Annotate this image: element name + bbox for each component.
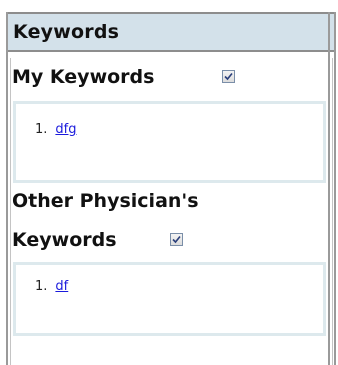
frame-border-left-inner (10, 58, 11, 365)
my-keywords-checkbox[interactable] (222, 70, 235, 83)
my-keywords-title: My Keywords (12, 66, 155, 88)
checkbox-checked-icon (172, 235, 181, 244)
other-keywords-checkbox[interactable] (170, 233, 183, 246)
list-item: 1. dfg (35, 122, 77, 137)
frame-border-right (328, 12, 330, 365)
keywords-header-title: Keywords (13, 21, 120, 43)
other-keywords-list: 1. df (13, 262, 326, 336)
list-item-number: 1. (35, 122, 48, 137)
list-item-number: 1. (35, 279, 48, 294)
other-keywords-title-line1: Other Physician's (12, 190, 199, 212)
frame-border-right-inner (332, 58, 333, 365)
keywords-header: Keywords (8, 12, 328, 52)
frame-border-left (6, 12, 8, 365)
keywords-panel: Keywords My Keywords 1. dfg Other Physici… (0, 0, 338, 365)
keyword-link-df[interactable]: df (55, 279, 68, 294)
frame-border-right-outer (334, 12, 336, 365)
header-adjacent-cell (330, 12, 334, 52)
checkbox-checked-icon (224, 72, 233, 81)
other-keywords-title-line2: Keywords (12, 229, 117, 251)
list-item: 1. df (35, 279, 68, 294)
my-keywords-list: 1. dfg (13, 101, 326, 183)
keyword-link-dfg[interactable]: dfg (55, 122, 76, 137)
